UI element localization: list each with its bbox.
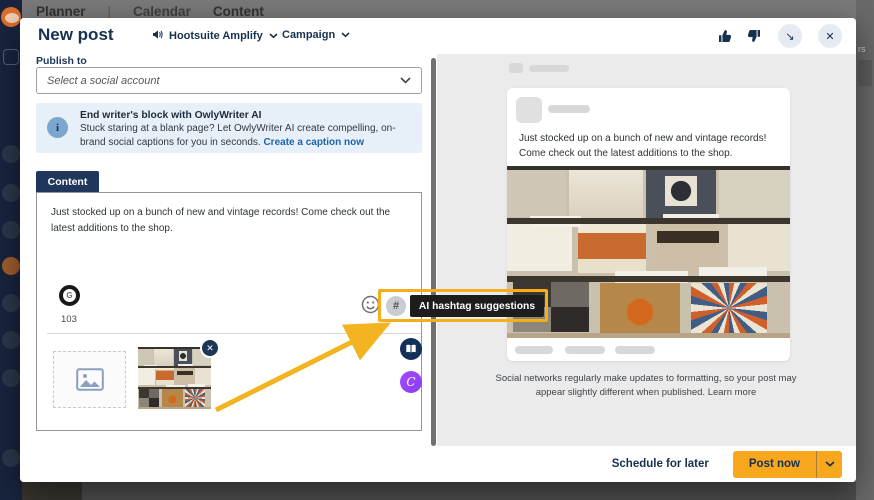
publish-to-label: Publish to [36,55,87,67]
sidebar-icon-7[interactable] [2,449,20,467]
create-caption-link[interactable]: Create a caption now [263,137,364,148]
app-screen: Planner | Calendar Content rs New post [0,0,874,500]
app-sidebar [0,0,22,500]
tab-content[interactable]: Content [213,4,264,19]
image-placeholder-icon [76,368,104,391]
attachment-thumbnail[interactable]: ✕ [138,347,211,409]
background-right-edge: rs [856,0,874,500]
editor-divider [47,333,421,334]
hashtag-icon: # [393,300,399,312]
chevron-down-icon [341,32,350,38]
info-icon: i [47,117,68,138]
modal-footer: Schedule for later Post now [20,446,856,482]
sidebar-icon-1[interactable] [2,145,20,163]
thumbs-down-icon[interactable] [744,27,762,45]
tab-calendar[interactable]: Calendar [133,4,191,19]
background-edge-box [858,60,872,86]
post-text[interactable]: Just stocked up on a bunch of new and vi… [51,205,409,237]
social-account-select[interactable]: Select a social account [36,67,422,94]
add-media-dropzone[interactable] [53,351,126,408]
close-button[interactable]: ✕ [818,24,842,48]
amplify-label: Hootsuite Amplify [169,30,263,42]
background-bottom [0,482,874,500]
ai-hashtag-button[interactable]: # [386,296,406,316]
preview-skeleton-chip [509,63,523,73]
remove-attachment-button[interactable]: ✕ [200,338,220,358]
character-count: 103 [61,314,77,325]
content-tab[interactable]: Content [36,171,99,192]
book-icon [405,344,417,354]
sidebar-icon-6[interactable] [2,369,20,387]
hashtag-tooltip: AI hashtag suggestions [410,295,544,317]
preview-name-skeleton [548,105,590,113]
tab-separator: | [108,4,112,19]
preview-action-skeleton [615,346,655,354]
sidebar-icon-3[interactable] [2,221,20,239]
campaign-dropdown[interactable]: Campaign [282,29,350,41]
learn-more-link[interactable]: Learn more [708,387,757,398]
post-now-label: Post now [733,458,816,470]
preview-action-skeleton [515,346,553,354]
hashtag-highlight: # AI hashtag suggestions [378,289,548,322]
post-preview-card: Just stocked up on a bunch of new and vi… [507,88,790,361]
chevron-down-icon [269,33,278,39]
close-icon: ✕ [206,343,214,354]
media-library-button[interactable] [400,338,422,360]
sidebar-icon-2[interactable] [2,184,20,202]
schedule-for-later-button[interactable]: Schedule for later [612,458,709,470]
modal-title: New post [38,25,114,45]
thumbs-up-icon[interactable] [716,27,734,45]
new-post-modal: New post Hootsuite Amplify Campaign [20,18,856,482]
hootsuite-owl-logo[interactable] [1,7,21,27]
post-now-button[interactable]: Post now [733,451,842,478]
post-now-dropdown[interactable] [816,451,842,478]
minimize-button[interactable]: ↘ [778,24,802,48]
chevron-down-icon [400,77,411,84]
canva-icon: C [406,375,415,389]
close-icon: ✕ [825,30,834,43]
canva-button[interactable]: C [400,371,422,393]
chevron-down-icon [825,461,835,467]
tab-planner[interactable]: Planner [36,4,86,19]
banner-title: End writer's block with OwlyWriter AI [80,110,262,121]
sidebar-icon-4[interactable] [2,294,20,312]
background-photo [22,482,82,500]
modal-header: New post Hootsuite Amplify Campaign [20,18,856,54]
pane-scrollbar[interactable] [431,58,436,446]
background-tabs: Planner | Calendar Content [36,4,264,19]
g-badge-icon[interactable]: G [59,285,80,306]
preview-avatar [516,97,542,123]
preview-post-image [507,166,790,338]
sidebar-icon-active[interactable] [2,257,20,275]
preview-action-skeleton [565,346,605,354]
preview-post-text: Just stocked up on a bunch of new and vi… [519,132,781,161]
owlywriter-banner: i End writer's block with OwlyWriter AI … [36,103,422,153]
campaign-label: Campaign [282,29,335,41]
amplify-dropdown[interactable]: Hootsuite Amplify [152,29,278,43]
sidebar-icon-5[interactable] [2,331,20,349]
attachment-image [138,347,211,409]
background-edge-text: rs [858,44,866,54]
diagonal-arrow-icon: ↘ [785,30,794,43]
amplify-icon [152,29,163,43]
select-placeholder: Select a social account [47,75,400,87]
preview-skeleton-bar [529,65,569,72]
compose-icon[interactable] [3,49,19,65]
